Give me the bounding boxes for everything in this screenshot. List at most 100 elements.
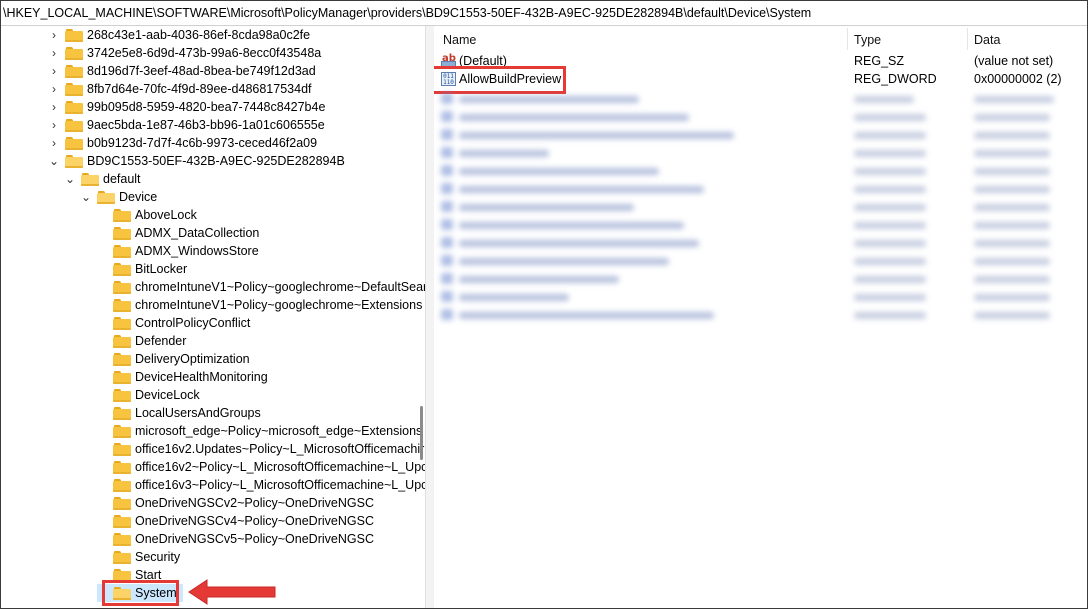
tree-item-label: Device	[119, 190, 158, 204]
tree-item-admx-windowsstore[interactable]: ADMX_WindowsStore	[97, 242, 259, 260]
folder-icon	[113, 226, 131, 240]
tree-item-label: ADMX_WindowsStore	[135, 244, 259, 258]
obscured-row	[434, 144, 1087, 162]
tree-item-security[interactable]: Security	[97, 548, 180, 566]
tree-item-office16v3[interactable]: office16v3~Policy~L_MicrosoftOfficemachi…	[97, 476, 425, 494]
value-data: (value not set)	[974, 54, 1054, 68]
folder-icon	[65, 46, 83, 60]
tree-item-label: 9aec5bda-1e87-46b3-bb96-1a01c606555e	[87, 118, 325, 132]
folder-icon	[65, 82, 83, 96]
tree-item-label: Defender	[135, 334, 187, 348]
tree-item-admx-datacollection[interactable]: ADMX_DataCollection	[97, 224, 259, 242]
folder-open-icon	[65, 154, 83, 168]
obscured-row	[434, 108, 1087, 126]
tree-scrollbar-thumb[interactable]	[420, 406, 423, 460]
tree-item-onedrive-v4[interactable]: OneDriveNGSCv4~Policy~OneDriveNGSC	[97, 512, 374, 530]
chevron-right-icon[interactable]: ›	[49, 44, 59, 62]
tree-item-provider[interactable]: › 9aec5bda-1e87-46b3-bb96-1a01c606555e	[49, 116, 325, 134]
folder-icon	[113, 316, 131, 330]
tree-item-provider[interactable]: › 3742e5e8-6d9d-473b-99a6-8ecc0f43548a	[49, 44, 321, 62]
tree-item-defender[interactable]: Defender	[97, 332, 186, 350]
chevron-right-icon[interactable]: ›	[49, 62, 59, 80]
chevron-right-icon[interactable]: ›	[49, 98, 59, 116]
tree-item-label: chromeIntuneV1~Policy~googlechrome~Defau…	[135, 280, 425, 294]
column-divider[interactable]	[967, 28, 968, 50]
chevron-right-icon[interactable]: ›	[49, 134, 59, 152]
chevron-right-icon[interactable]: ›	[49, 80, 59, 98]
tree-item-label: default	[103, 172, 141, 186]
folder-icon	[65, 28, 83, 42]
column-divider[interactable]	[847, 28, 848, 50]
column-header-type[interactable]: Type	[854, 31, 881, 49]
tree-item-label: office16v3~Policy~L_MicrosoftOfficemachi…	[135, 478, 425, 492]
tree-item-label: office16v2.Updates~Policy~L_MicrosoftOff…	[135, 442, 425, 456]
registry-editor-window: \HKEY_LOCAL_MACHINE\SOFTWARE\Microsoft\P…	[0, 0, 1088, 609]
folder-icon	[65, 100, 83, 114]
tree-item-onedrive-v5[interactable]: OneDriveNGSCv5~Policy~OneDriveNGSC	[97, 530, 374, 548]
folder-icon	[113, 298, 131, 312]
tree-item-devicehealthmonitoring[interactable]: DeviceHealthMonitoring	[97, 368, 268, 386]
folder-icon	[113, 388, 131, 402]
obscured-row	[434, 216, 1087, 234]
obscured-row	[434, 252, 1087, 270]
folder-icon	[113, 514, 131, 528]
folder-icon	[65, 118, 83, 132]
folder-icon	[65, 64, 83, 78]
tree-item-label: OneDriveNGSCv4~Policy~OneDriveNGSC	[135, 514, 374, 528]
tree-item-label: ADMX_DataCollection	[135, 226, 260, 240]
obscured-row	[434, 90, 1087, 108]
value-type: REG_SZ	[854, 54, 905, 68]
tree-item-label: 268c43e1-aab-4036-86ef-8cda98a0c2fe	[87, 28, 311, 42]
folder-icon	[113, 244, 131, 258]
folder-icon	[113, 280, 131, 294]
chevron-down-icon[interactable]: ⌄	[65, 170, 75, 188]
tree-item-provider[interactable]: › 8d196d7f-3eef-48ad-8bea-be749f12d3ad	[49, 62, 316, 80]
tree-item-chrome-defaultsearch[interactable]: chromeIntuneV1~Policy~googlechrome~Defau…	[97, 278, 425, 296]
tree-item-expanded-provider[interactable]: ⌄ BD9C1553-50EF-432B-A9EC-925DE282894B	[49, 152, 345, 170]
tree-item-label: chromeIntuneV1~Policy~googlechrome~Exten…	[135, 298, 423, 312]
tree-item-edge-extensions[interactable]: microsoft_edge~Policy~microsoft_edge~Ext…	[97, 422, 422, 440]
folder-icon	[113, 478, 131, 492]
folder-icon	[113, 352, 131, 366]
tree-item-bitlocker[interactable]: BitLocker	[97, 260, 187, 278]
tree-item-above-lock[interactable]: AboveLock	[97, 206, 197, 224]
address-bar[interactable]: \HKEY_LOCAL_MACHINE\SOFTWARE\Microsoft\P…	[1, 1, 1087, 26]
obscured-row	[434, 180, 1087, 198]
tree-item-label: Security	[135, 550, 181, 564]
tree-item-default[interactable]: ⌄ default	[65, 170, 141, 188]
tree-item-onedrive-v2[interactable]: OneDriveNGSCv2~Policy~OneDriveNGSC	[97, 494, 374, 512]
folder-icon	[113, 334, 131, 348]
tree-item-office16v2-updates[interactable]: office16v2.Updates~Policy~L_MicrosoftOff…	[97, 440, 424, 458]
tree-item-provider[interactable]: › b0b9123d-7d7f-4c6b-9973-ceced46f2a09	[49, 134, 317, 152]
obscured-row	[434, 270, 1087, 288]
tree-item-label: LocalUsersAndGroups	[135, 406, 261, 420]
folder-icon	[113, 460, 131, 474]
tree-item-office16v2[interactable]: office16v2~Policy~L_MicrosoftOfficemachi…	[97, 458, 425, 476]
tree-item-device[interactable]: ⌄ Device	[81, 188, 157, 206]
tree-item-provider[interactable]: › 99b095d8-5959-4820-bea7-7448c8427b4e	[49, 98, 325, 116]
tree-item-label: OneDriveNGSCv5~Policy~OneDriveNGSC	[135, 532, 374, 546]
tree-item-chrome-extensions[interactable]: chromeIntuneV1~Policy~googlechrome~Exten…	[97, 296, 422, 314]
value-data: 0x00000002 (2)	[974, 72, 1062, 86]
tree-item-localusersandgroups[interactable]: LocalUsersAndGroups	[97, 404, 261, 422]
chevron-right-icon[interactable]: ›	[49, 116, 59, 134]
values-list: Name Type Data ab (Default) REG_SZ (valu…	[434, 26, 1087, 608]
chevron-down-icon[interactable]: ⌄	[49, 152, 59, 170]
folder-icon	[113, 208, 131, 222]
folder-icon	[113, 370, 131, 384]
column-header-name[interactable]: Name	[443, 31, 476, 49]
tree-item-label: 3742e5e8-6d9d-473b-99a6-8ecc0f43548a	[87, 46, 322, 60]
chevron-right-icon[interactable]: ›	[49, 26, 59, 44]
registry-tree: › 268c43e1-aab-4036-86ef-8cda98a0c2fe › …	[1, 26, 425, 608]
tree-item-provider[interactable]: › 268c43e1-aab-4036-86ef-8cda98a0c2fe	[49, 26, 310, 44]
folder-icon	[113, 424, 131, 438]
tree-item-devicelock[interactable]: DeviceLock	[97, 386, 200, 404]
tree-item-provider[interactable]: › 8fb7d64e-70fc-4f9d-89ee-d486817534df	[49, 80, 312, 98]
chevron-down-icon[interactable]: ⌄	[81, 188, 91, 206]
tree-item-deliveryoptimization[interactable]: DeliveryOptimization	[97, 350, 250, 368]
folder-icon	[113, 406, 131, 420]
column-header-data[interactable]: Data	[974, 31, 1000, 49]
folder-open-icon	[81, 172, 99, 186]
tree-item-controlpolicyconflict[interactable]: ControlPolicyConflict	[97, 314, 250, 332]
folder-icon	[113, 496, 131, 510]
